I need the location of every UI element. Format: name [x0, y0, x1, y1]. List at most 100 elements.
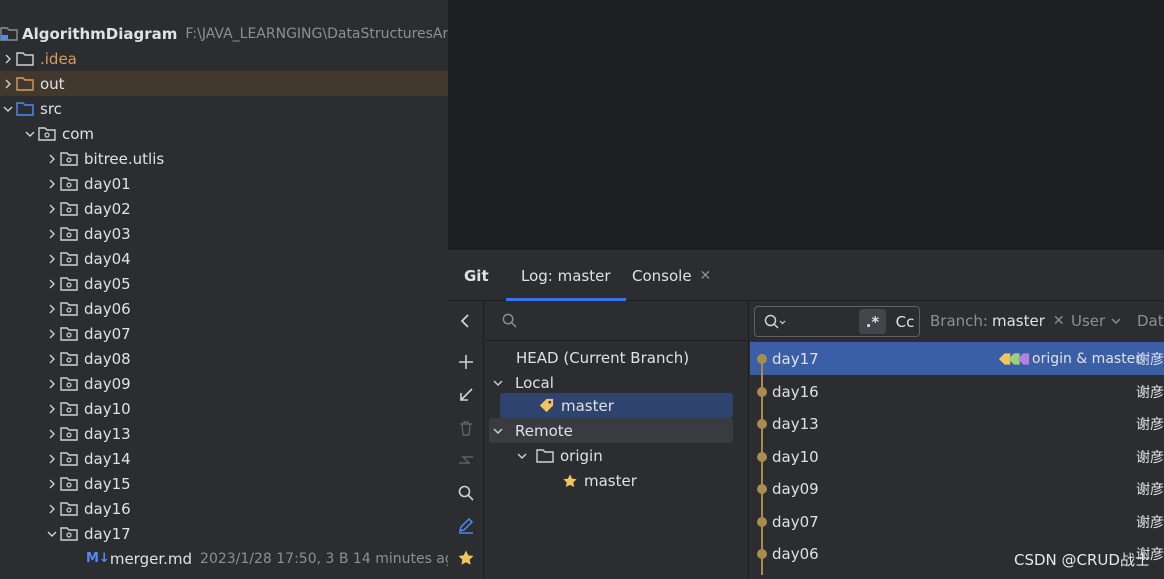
search-branches-button[interactable] — [456, 483, 476, 503]
tree-item-bitree-utlis[interactable]: bitree.utlis — [0, 146, 448, 171]
tree-item-day15[interactable]: day15 — [0, 471, 448, 496]
log-search-input[interactable]: .* Cc — [754, 306, 920, 337]
chevron-right-icon[interactable] — [0, 71, 16, 96]
tree-item-day07[interactable]: day07 — [0, 321, 448, 346]
tree-item-day04[interactable]: day04 — [0, 246, 448, 271]
tree-item-day16[interactable]: day16 — [0, 496, 448, 521]
favorite-branches-button[interactable] — [456, 548, 476, 568]
commit-author: 谢彦 — [1136, 351, 1164, 368]
chevron-right-icon[interactable] — [44, 471, 60, 496]
close-icon[interactable]: ✕ — [700, 268, 712, 284]
tree-item-label: .idea — [40, 49, 77, 68]
commit-graph-node — [757, 419, 767, 429]
chevron-right-icon[interactable] — [44, 221, 60, 246]
tree-item-day17[interactable]: day17 — [0, 521, 448, 546]
trash-icon — [460, 421, 472, 436]
arrow-down-left-icon — [460, 388, 473, 401]
chevron-down-icon[interactable] — [493, 378, 503, 388]
branch-filter[interactable]: Branch: master ✕ — [930, 301, 1065, 341]
match-case-button[interactable]: Cc — [892, 309, 918, 334]
compare-branches-button[interactable] — [456, 450, 476, 470]
commit-row[interactable]: day16 谢彦 — [750, 375, 1164, 408]
branches-panel: HEAD (Current Branch) Local master Remot… — [485, 301, 749, 579]
tree-item-idea[interactable]: .idea — [0, 46, 448, 71]
update-selected-button[interactable] — [456, 385, 476, 405]
chevron-down-icon[interactable] — [493, 426, 503, 436]
editor-area — [448, 0, 1164, 249]
tree-item-day05[interactable]: day05 — [0, 271, 448, 296]
commit-row[interactable]: day09 谢彦 — [750, 472, 1164, 505]
git-tool-title: Git — [464, 266, 489, 285]
commit-row[interactable]: day13 谢彦 — [750, 407, 1164, 440]
filter-label: Dat — [1137, 312, 1164, 330]
branch-local-master[interactable]: master — [500, 393, 733, 418]
chevron-right-icon[interactable] — [44, 146, 60, 171]
chevron-right-icon[interactable] — [44, 421, 60, 446]
tree-root-row[interactable]: AlgorithmDiagram F:\JAVA_LEARNGING\DataS… — [0, 21, 448, 46]
tree-item-label: day15 — [84, 474, 131, 493]
tree-item-day13[interactable]: day13 — [0, 421, 448, 446]
collapse-panel-button[interactable] — [456, 311, 476, 331]
branch-search-field[interactable] — [485, 301, 749, 341]
chevron-down-icon[interactable] — [517, 451, 527, 461]
tree-item-day02[interactable]: day02 — [0, 196, 448, 221]
chevron-right-icon[interactable] — [44, 496, 60, 521]
branch-label: origin — [560, 446, 603, 465]
tab-label: Console — [632, 266, 692, 285]
branch-group-remote[interactable]: Remote — [489, 418, 733, 443]
regex-toggle-button[interactable]: .* — [859, 309, 886, 334]
excluded-folder-icon — [16, 75, 36, 93]
branch-head[interactable]: HEAD (Current Branch) — [516, 345, 689, 370]
delete-branch-button[interactable] — [456, 418, 476, 438]
tree-item-merger-md[interactable]: M↓ merger.md 2023/1/28 17:50, 3 B 14 min… — [0, 546, 448, 571]
tree-item-day06[interactable]: day06 — [0, 296, 448, 321]
branch-group-local[interactable]: Local — [493, 370, 554, 395]
tree-item-day10[interactable]: day10 — [0, 396, 448, 421]
chevron-right-icon[interactable] — [44, 346, 60, 371]
tree-item-com[interactable]: com — [0, 121, 448, 146]
commit-row[interactable]: day17 origin & master 谢彦 — [750, 342, 1164, 375]
commit-row[interactable]: day10 谢彦 — [750, 440, 1164, 473]
chevron-right-icon[interactable] — [44, 171, 60, 196]
tree-item-label: day17 — [84, 524, 131, 543]
tree-item-day01[interactable]: day01 — [0, 171, 448, 196]
tree-item-day03[interactable]: day03 — [0, 221, 448, 246]
branch-group-label: Remote — [515, 421, 573, 440]
git-tool-window: Git Log: master Console ✕ HEAD (Current … — [448, 249, 1164, 579]
package-icon — [60, 400, 80, 418]
chevron-right-icon[interactable] — [44, 396, 60, 421]
chevron-down-icon[interactable] — [22, 121, 38, 146]
chevron-down-icon[interactable] — [44, 521, 60, 546]
tab-log-master[interactable]: Log: master — [506, 250, 626, 301]
plus-icon — [459, 355, 473, 369]
chevron-right-icon[interactable] — [44, 196, 60, 221]
commit-author: 谢彦 — [1136, 481, 1164, 498]
search-history-icon[interactable] — [763, 313, 787, 331]
chevron-down-icon[interactable] — [0, 96, 16, 121]
package-icon — [60, 250, 80, 268]
user-filter[interactable]: User — [1071, 301, 1121, 341]
branch-remote-origin[interactable]: origin — [517, 443, 603, 468]
commit-row[interactable]: day07 谢彦 — [750, 505, 1164, 538]
date-filter[interactable]: Dat — [1137, 301, 1164, 341]
branch-origin-master[interactable]: master — [562, 468, 637, 493]
close-icon[interactable]: ✕ — [1053, 313, 1065, 329]
tree-item-out[interactable]: out — [0, 71, 448, 96]
edit-filter-button[interactable] — [456, 515, 476, 535]
chevron-right-icon[interactable] — [44, 321, 60, 346]
tree-item-label: day05 — [84, 274, 131, 293]
tree-item-src[interactable]: src — [0, 96, 448, 121]
chevron-right-icon[interactable] — [44, 371, 60, 396]
chevron-right-icon[interactable] — [44, 271, 60, 296]
tab-console[interactable]: Console ✕ — [632, 250, 711, 301]
chevron-right-icon[interactable] — [0, 46, 16, 71]
tree-item-day09[interactable]: day09 — [0, 371, 448, 396]
tree-item-day08[interactable]: day08 — [0, 346, 448, 371]
chevron-right-icon[interactable] — [44, 246, 60, 271]
tree-item-day14[interactable]: day14 — [0, 446, 448, 471]
commit-message: day17 — [772, 349, 819, 368]
branch-label: master — [561, 396, 614, 415]
chevron-right-icon[interactable] — [44, 446, 60, 471]
new-branch-button[interactable] — [456, 352, 476, 372]
chevron-right-icon[interactable] — [44, 296, 60, 321]
